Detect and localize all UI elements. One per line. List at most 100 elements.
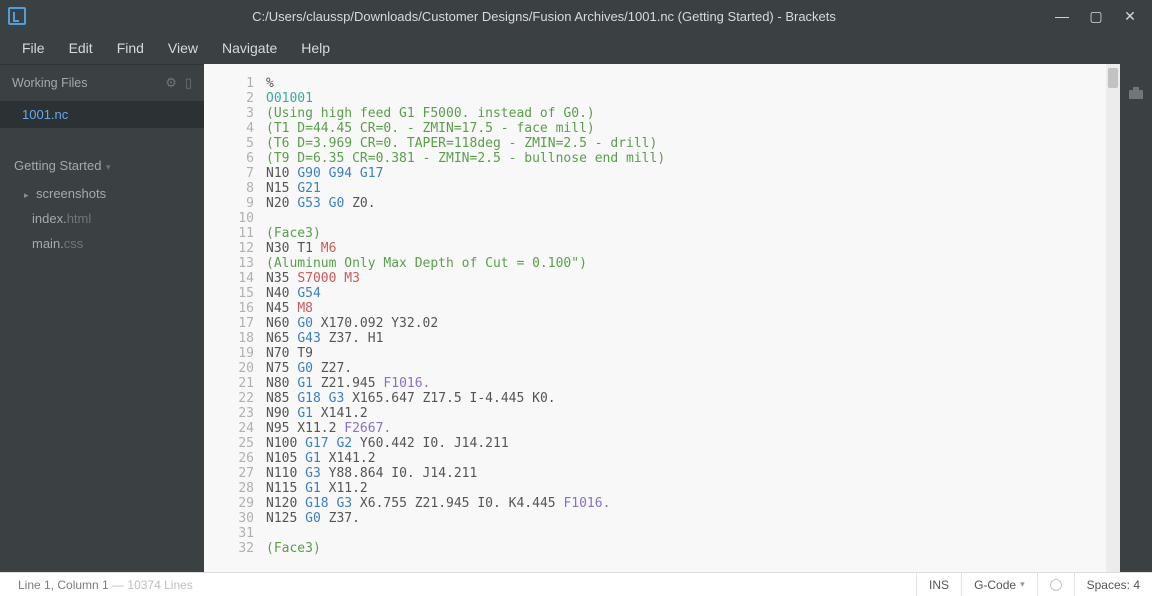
tree-folder-screenshots[interactable]: ▸screenshots <box>0 181 204 206</box>
window-controls: — ▢ ✕ <box>1054 8 1144 25</box>
titlebar: C:/Users/claussp/Downloads/Customer Desi… <box>0 0 1152 32</box>
line-number: 19 <box>204 346 254 361</box>
line-number: 28 <box>204 481 254 496</box>
right-toolbar <box>1120 64 1152 572</box>
line-number: 11 <box>204 226 254 241</box>
code-line[interactable]: N35 S7000 M3 <box>266 271 1120 286</box>
code-line[interactable]: N100 G17 G2 Y60.442 I0. J14.211 <box>266 436 1120 451</box>
tree-file-main-css[interactable]: main.css <box>0 231 204 256</box>
code-line[interactable] <box>266 526 1120 541</box>
line-number: 26 <box>204 451 254 466</box>
code-line[interactable]: N80 G1 Z21.945 F1016. <box>266 376 1120 391</box>
chevron-down-icon: ▾ <box>1020 579 1025 590</box>
menu-file[interactable]: File <box>12 36 55 60</box>
code-line[interactable]: N30 T1 M6 <box>266 241 1120 256</box>
code-line[interactable]: N90 G1 X141.2 <box>266 406 1120 421</box>
line-number: 30 <box>204 511 254 526</box>
code-area[interactable]: %O01001(Using high feed G1 F5000. instea… <box>262 64 1120 572</box>
code-line[interactable]: (T9 D=6.35 CR=0.381 - ZMIN=2.5 - bullnos… <box>266 151 1120 166</box>
line-number: 22 <box>204 391 254 406</box>
split-view-icon[interactable]: ▯ <box>185 75 192 91</box>
line-number: 18 <box>204 331 254 346</box>
project-name: Getting Started <box>14 158 101 173</box>
code-line[interactable]: (Aluminum Only Max Depth of Cut = 0.100"… <box>266 256 1120 271</box>
line-number-gutter: 1234567891011121314151617181920212223242… <box>204 64 262 572</box>
code-line[interactable]: N60 G0 X170.092 Y32.02 <box>266 316 1120 331</box>
status-language[interactable]: G-Code▾ <box>961 573 1037 596</box>
line-number: 7 <box>204 166 254 181</box>
tree-file-index-html[interactable]: index.html <box>0 206 204 231</box>
code-line[interactable]: N15 G21 <box>266 181 1120 196</box>
statusbar: Line 1, Column 1 — 10374 Lines INS G-Cod… <box>0 572 1152 596</box>
line-number: 25 <box>204 436 254 451</box>
code-line[interactable]: N110 G3 Y88.864 I0. J14.211 <box>266 466 1120 481</box>
code-line[interactable]: N20 G53 G0 Z0. <box>266 196 1120 211</box>
code-line[interactable]: N75 G0 Z27. <box>266 361 1120 376</box>
line-number: 2 <box>204 91 254 106</box>
status-cursor[interactable]: Line 1, Column 1 — 10374 Lines <box>0 578 193 592</box>
code-line[interactable]: N120 G18 G3 X6.755 Z21.945 I0. K4.445 F1… <box>266 496 1120 511</box>
maximize-button[interactable]: ▢ <box>1088 8 1104 25</box>
menu-edit[interactable]: Edit <box>59 36 103 60</box>
code-line[interactable]: (T6 D=3.969 CR=0. TAPER=118deg - ZMIN=2.… <box>266 136 1120 151</box>
line-number: 14 <box>204 271 254 286</box>
code-line[interactable]: N115 G1 X11.2 <box>266 481 1120 496</box>
working-file-1001-nc[interactable]: 1001.nc <box>0 101 204 128</box>
working-files-label: Working Files <box>12 76 87 90</box>
line-number: 32 <box>204 541 254 556</box>
line-number: 5 <box>204 136 254 151</box>
status-insert-mode[interactable]: INS <box>916 573 961 596</box>
code-line[interactable]: N10 G90 G94 G17 <box>266 166 1120 181</box>
working-file-name: 1001.nc <box>22 107 68 122</box>
menu-find[interactable]: Find <box>107 36 154 60</box>
code-line[interactable]: N45 M8 <box>266 301 1120 316</box>
status-spaces[interactable]: Spaces: 4 <box>1074 573 1152 596</box>
code-line[interactable]: (Face3) <box>266 226 1120 241</box>
vertical-scrollbar[interactable] <box>1106 64 1120 572</box>
window-title: C:/Users/claussp/Downloads/Customer Desi… <box>34 9 1054 24</box>
app-icon <box>8 7 26 25</box>
code-line[interactable]: N40 G54 <box>266 286 1120 301</box>
line-number: 21 <box>204 376 254 391</box>
menu-help[interactable]: Help <box>291 36 340 60</box>
project-header[interactable]: Getting Started ▾ <box>0 150 204 181</box>
line-number: 12 <box>204 241 254 256</box>
scrollbar-thumb[interactable] <box>1108 68 1118 88</box>
code-line[interactable]: N95 X11.2 F2667. <box>266 421 1120 436</box>
status-lint[interactable] <box>1037 573 1074 596</box>
line-number: 17 <box>204 316 254 331</box>
line-number: 6 <box>204 151 254 166</box>
circle-icon <box>1050 579 1062 591</box>
line-number: 13 <box>204 256 254 271</box>
code-line[interactable] <box>266 211 1120 226</box>
line-number: 3 <box>204 106 254 121</box>
line-number: 23 <box>204 406 254 421</box>
line-number: 16 <box>204 301 254 316</box>
code-line[interactable]: O01001 <box>266 91 1120 106</box>
code-line[interactable]: N125 G0 Z37. <box>266 511 1120 526</box>
code-line[interactable]: N65 G43 Z37. H1 <box>266 331 1120 346</box>
code-line[interactable]: (Face3) <box>266 541 1120 556</box>
menu-view[interactable]: View <box>158 36 208 60</box>
line-number: 29 <box>204 496 254 511</box>
menu-navigate[interactable]: Navigate <box>212 36 287 60</box>
line-number: 9 <box>204 196 254 211</box>
gear-icon[interactable]: ⚙ <box>165 75 177 91</box>
line-number: 4 <box>204 121 254 136</box>
extension-manager-icon[interactable] <box>1128 86 1144 104</box>
code-line[interactable]: (T1 D=44.45 CR=0. - ZMIN=17.5 - face mil… <box>266 121 1120 136</box>
code-line[interactable]: % <box>266 76 1120 91</box>
line-number: 20 <box>204 361 254 376</box>
editor[interactable]: 1234567891011121314151617181920212223242… <box>204 64 1120 572</box>
code-line[interactable]: N70 T9 <box>266 346 1120 361</box>
line-number: 15 <box>204 286 254 301</box>
line-number: 8 <box>204 181 254 196</box>
line-number: 10 <box>204 211 254 226</box>
code-line[interactable]: N105 G1 X141.2 <box>266 451 1120 466</box>
code-line[interactable]: N85 G18 G3 X165.647 Z17.5 I-4.445 K0. <box>266 391 1120 406</box>
chevron-right-icon: ▸ <box>24 190 34 201</box>
code-line[interactable]: (Using high feed G1 F5000. instead of G0… <box>266 106 1120 121</box>
minimize-button[interactable]: — <box>1054 8 1070 24</box>
close-button[interactable]: ✕ <box>1122 8 1138 25</box>
line-number: 31 <box>204 526 254 541</box>
